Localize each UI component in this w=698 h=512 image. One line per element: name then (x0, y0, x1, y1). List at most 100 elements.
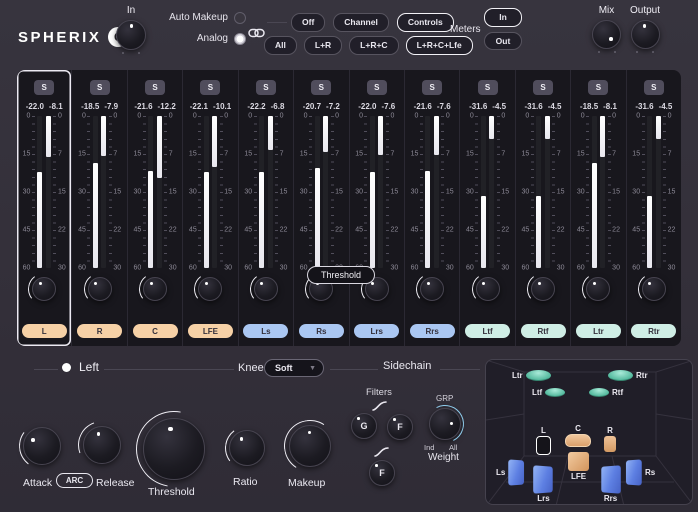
solo-button[interactable]: S (256, 80, 276, 95)
solo-button[interactable]: S (34, 80, 54, 95)
mix-knob[interactable] (592, 20, 621, 49)
channel-label[interactable]: Lrs (354, 324, 399, 338)
auto-makeup-toggle[interactable] (234, 12, 246, 24)
solo-button[interactable]: S (644, 80, 664, 95)
group-lrclfe-button[interactable]: L+R+C+Lfe (406, 36, 473, 55)
group-lrc-button[interactable]: L+R+C (349, 36, 398, 55)
solo-button[interactable]: S (145, 80, 165, 95)
speaker-rtr[interactable] (608, 370, 633, 381)
solo-button[interactable]: S (478, 80, 498, 95)
analog-toggle[interactable] (234, 33, 246, 45)
channel-label[interactable]: Ltr (576, 324, 621, 338)
speaker-ltr[interactable] (526, 370, 551, 381)
mode-off-button[interactable]: Off (291, 13, 325, 32)
weight-knob[interactable] (429, 408, 461, 440)
attack-knob[interactable] (23, 427, 61, 465)
speaker-lfe[interactable] (568, 452, 589, 471)
meter-readouts: -18.5 -7.9 (81, 102, 118, 111)
meter-readouts: -31.6 -4.5 (469, 102, 506, 111)
group-lr-button[interactable]: L+R (304, 36, 342, 55)
strip-threshold-knob[interactable] (88, 277, 112, 301)
input-level-value: -18.5 (580, 102, 598, 111)
channel-indicator-dot (62, 363, 71, 372)
meter-scale-left: 015304560 (628, 116, 640, 268)
output-knob[interactable] (631, 20, 660, 49)
gr-meter-track (46, 116, 51, 268)
solo-button[interactable]: S (588, 80, 608, 95)
channel-strip: S -21.6 -7.6 015304560 07152230 Rrs (404, 70, 459, 346)
channel-label[interactable]: Rtf (521, 324, 566, 338)
strip-threshold-knob[interactable] (586, 277, 610, 301)
channel-strip: S -22.0 -8.1 015304560 07152230 L (17, 70, 71, 346)
channel-label[interactable]: Ltf (465, 324, 510, 338)
solo-button[interactable]: S (367, 80, 387, 95)
sidechain-filter-g-knob[interactable]: G (351, 413, 377, 439)
spherix-plugin-window: SPHERIX C In Auto Makeup Analog Off Chan… (0, 0, 698, 512)
level-meter: 015304560 07152230 (240, 116, 292, 268)
arc-button[interactable]: ARC (56, 473, 93, 488)
meters-in-button[interactable]: In (484, 8, 522, 27)
meter-ticks (608, 116, 611, 268)
link-mode-row: Off Channel Controls (291, 13, 454, 32)
solo-button[interactable]: S (200, 80, 220, 95)
speaker-r-label: R (607, 426, 613, 435)
meter-ticks (441, 116, 444, 268)
strip-threshold-knob[interactable] (254, 277, 278, 301)
threshold-tooltip: Threshold (307, 266, 375, 284)
mode-channel-button[interactable]: Channel (333, 13, 389, 32)
speaker-lrs[interactable] (533, 465, 553, 494)
chevron-down-icon: ▼ (309, 365, 323, 372)
strip-threshold-knob[interactable] (420, 277, 444, 301)
channel-strip: S -31.6 -4.5 015304560 07152230 Rtr (626, 70, 681, 346)
makeup-knob[interactable] (289, 425, 331, 467)
input-meter-track (315, 116, 320, 268)
meter-scale-left: 015304560 (406, 116, 418, 268)
speaker-ls[interactable] (509, 459, 525, 485)
gain-reduction-bar (434, 116, 439, 155)
speaker-c[interactable] (565, 434, 591, 447)
filter-slope-icon (372, 401, 387, 411)
speaker-rs[interactable] (626, 459, 642, 485)
speaker-rtf[interactable] (589, 388, 609, 397)
solo-button[interactable]: S (533, 80, 553, 95)
strip-threshold-knob[interactable] (32, 277, 56, 301)
release-knob[interactable] (83, 426, 121, 464)
group-all-button[interactable]: All (264, 36, 297, 55)
strip-threshold-knob[interactable] (476, 277, 500, 301)
solo-button[interactable]: S (90, 80, 110, 95)
speaker-rrs[interactable] (601, 465, 621, 494)
channel-label[interactable]: LFE (188, 324, 233, 338)
meter-ticks (386, 116, 389, 268)
channel-label[interactable]: Rs (299, 324, 344, 338)
gain-reduction-value: -7.6 (437, 102, 451, 111)
speaker-ltf[interactable] (545, 388, 565, 397)
speaker-l[interactable] (536, 436, 551, 455)
channel-label[interactable]: Rrs (410, 324, 455, 338)
channel-label[interactable]: R (77, 324, 122, 338)
gain-reduction-bar (212, 116, 217, 167)
sidechain-filter-f-knob[interactable]: F (387, 414, 413, 440)
solo-button[interactable]: S (422, 80, 442, 95)
mode-controls-button[interactable]: Controls (397, 13, 454, 32)
channel-label[interactable]: Rtr (631, 324, 676, 338)
knee-select[interactable]: Soft ▼ (264, 359, 324, 377)
solo-button[interactable]: S (311, 80, 331, 95)
channel-label[interactable]: L (22, 324, 67, 338)
meter-ticks (32, 116, 35, 268)
sidechain-filter-f2-knob[interactable]: F (369, 460, 395, 486)
input-level-value: -22.0 (358, 102, 376, 111)
channel-label[interactable]: C (133, 324, 178, 338)
meter-ticks (254, 116, 257, 268)
ratio-knob[interactable] (229, 430, 265, 466)
meters-out-button[interactable]: Out (484, 32, 522, 51)
strip-threshold-knob[interactable] (531, 277, 555, 301)
knee-value: Soft (265, 363, 293, 373)
strip-threshold-knob[interactable] (642, 277, 666, 301)
strip-threshold-knob[interactable] (143, 277, 167, 301)
speaker-r[interactable] (604, 436, 616, 452)
strip-threshold-knob[interactable] (198, 277, 222, 301)
gain-reduction-bar (268, 116, 273, 150)
meter-readouts: -20.7 -7.2 (303, 102, 340, 111)
channel-label[interactable]: Ls (243, 324, 288, 338)
threshold-knob[interactable] (143, 418, 205, 480)
